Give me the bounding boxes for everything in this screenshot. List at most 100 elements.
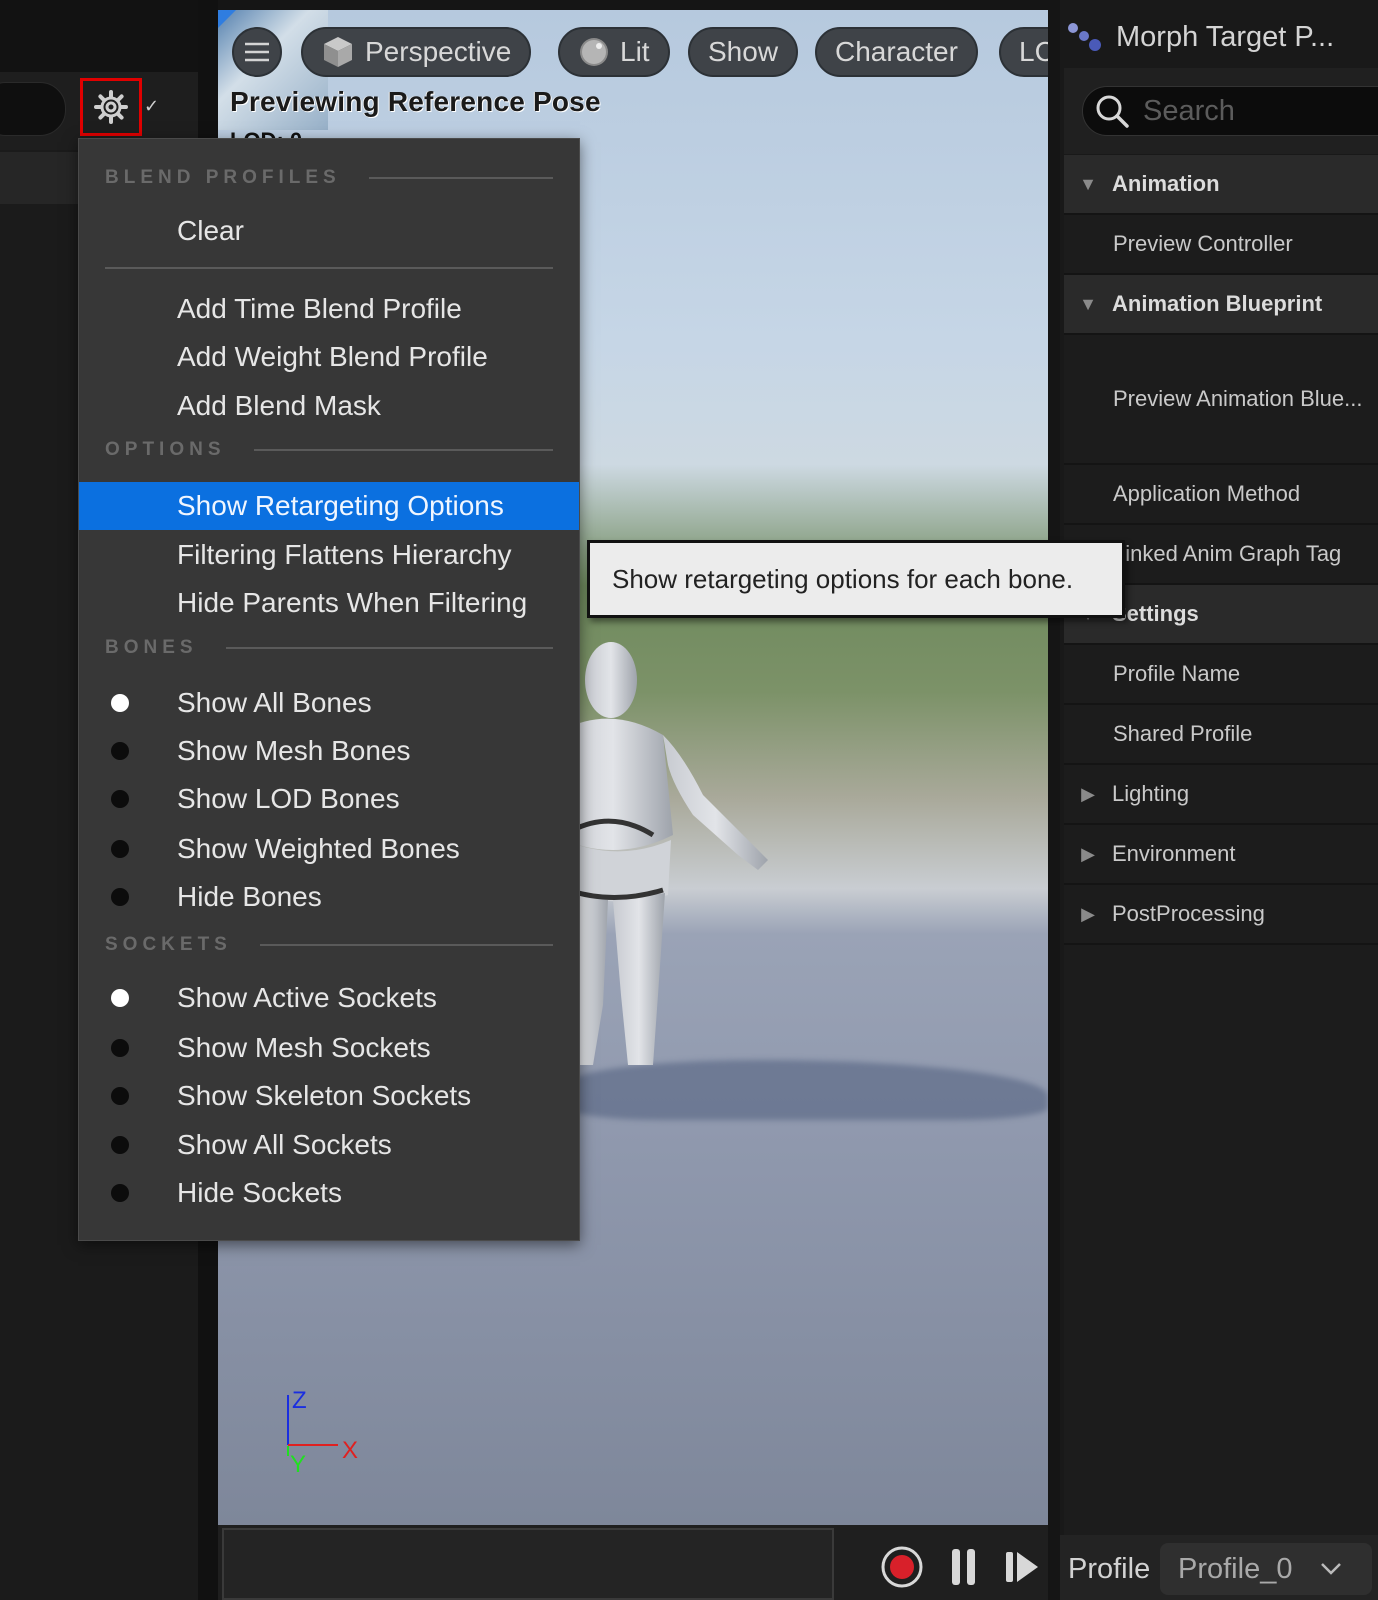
radio-unselected-icon [111, 1087, 129, 1105]
property-row[interactable]: Application Method [1064, 465, 1378, 525]
menu-item-label: Show Mesh Sockets [177, 1032, 431, 1063]
menu-item-label: Add Blend Mask [177, 390, 381, 421]
radio-unselected-icon [111, 1136, 129, 1154]
perspective-button[interactable]: Perspective [301, 27, 532, 77]
menu-item-clear[interactable]: Clear [79, 207, 579, 255]
property-row[interactable]: Shared Profile [1064, 705, 1378, 765]
character-label: Character [835, 36, 958, 67]
collapsed-arrow-icon: ▶ [1081, 903, 1095, 924]
perspective-label: Perspective [365, 36, 512, 67]
lod-button[interactable]: LC [999, 27, 1048, 77]
menu-item-label: Clear [177, 215, 244, 246]
character-button[interactable]: Character [815, 27, 978, 77]
menu-item-show-mesh-bones[interactable]: Show Mesh Bones [79, 727, 579, 775]
section-divider [368, 177, 553, 179]
mannequin-character [553, 642, 768, 1065]
panel-title-text: Morph Target P... [1116, 20, 1335, 53]
record-button[interactable] [880, 1545, 924, 1589]
radio-unselected-icon [111, 1039, 129, 1057]
previewing-reference-pose-text: Previewing Reference Pose [230, 86, 601, 117]
collapsed-arrow-icon: ▶ [1081, 783, 1095, 804]
timeline-field[interactable] [222, 1528, 834, 1600]
menu-item-label: Show Active Sockets [177, 982, 437, 1013]
property-row[interactable]: Preview Controller [1064, 215, 1378, 275]
menu-item-show-all-sockets[interactable]: Show All Sockets [79, 1121, 579, 1169]
cube-icon [324, 37, 352, 67]
collapsed-arrow-icon: ▶ [1081, 843, 1095, 864]
radio-unselected-icon [111, 840, 129, 858]
gear-icon [94, 90, 128, 124]
section-label: BLEND PROFILES [105, 167, 341, 188]
menu-item-label: Show All Bones [177, 687, 372, 718]
section-label: BONES [105, 637, 198, 658]
step-forward-icon [1006, 1552, 1038, 1582]
menu-item-show-weighted-bones[interactable]: Show Weighted Bones [79, 825, 579, 873]
menu-item-add-time-blend-profile[interactable]: Add Time Blend Profile [79, 285, 579, 333]
skeleton-tree-search-input[interactable] [0, 82, 66, 136]
radio-unselected-icon [111, 888, 129, 906]
property-row[interactable]: Preview Animation Blue... [1064, 335, 1378, 465]
expanded-arrow-icon: ▼ [1079, 173, 1097, 194]
section-header-blend-profiles: BLEND PROFILES [105, 167, 553, 189]
panel-tab-title[interactable]: Morph Target P... [1066, 12, 1334, 62]
menu-item-show-mesh-sockets[interactable]: Show Mesh Sockets [79, 1024, 579, 1072]
tooltip: Show retargeting options for each bone. [587, 540, 1125, 618]
property-label: Profile Name [1113, 661, 1241, 686]
menu-item-label: Show LOD Bones [177, 783, 400, 814]
menu-item-show-skeleton-sockets[interactable]: Show Skeleton Sockets [79, 1072, 579, 1120]
menu-item-hide-parents-when-filtering[interactable]: Hide Parents When Filtering [79, 579, 579, 627]
viewport-options-button[interactable] [232, 27, 282, 77]
section-divider [253, 449, 553, 451]
chevron-down-icon[interactable]: ✓ [144, 96, 159, 117]
category-environment[interactable]: ▶ Environment [1064, 825, 1378, 885]
category-label: Animation Blueprint [1112, 291, 1323, 316]
menu-item-hide-sockets[interactable]: Hide Sockets [79, 1169, 579, 1217]
category-label: Lighting [1112, 781, 1190, 806]
pause-icon [952, 1549, 975, 1585]
pause-button[interactable] [942, 1545, 986, 1589]
search-icon [1096, 95, 1129, 128]
menu-item-show-lod-bones[interactable]: Show LOD Bones [79, 775, 579, 823]
menu-item-label: Show Mesh Bones [177, 735, 411, 766]
show-button[interactable]: Show [688, 27, 799, 77]
menu-item-label: Hide Sockets [177, 1177, 342, 1208]
details-search-box[interactable] [1082, 86, 1378, 136]
property-label: Preview Animation Blue... [1113, 386, 1363, 411]
category-postprocessing[interactable]: ▶ PostProcessing [1064, 885, 1378, 945]
axis-y-label: Y [290, 1451, 306, 1478]
category-animation[interactable]: ▼ Animation [1064, 155, 1378, 215]
property-row[interactable]: Profile Name [1064, 645, 1378, 705]
settings-button[interactable] [80, 78, 142, 136]
section-header-options: OPTIONS [105, 439, 553, 461]
step-forward-button[interactable] [1000, 1545, 1044, 1589]
radio-selected-icon [111, 989, 129, 1007]
menu-item-add-blend-mask[interactable]: Add Blend Mask [79, 382, 579, 430]
sphere-icon [580, 38, 608, 66]
section-divider [225, 647, 553, 649]
profile-dropdown[interactable]: Profile_0 [1160, 1543, 1372, 1595]
lit-button[interactable]: Lit [558, 27, 670, 77]
menu-item-label: Filtering Flattens Hierarchy [177, 539, 512, 570]
menu-item-show-retargeting-options[interactable]: Show Retargeting Options [79, 482, 579, 530]
category-label: Environment [1112, 841, 1236, 866]
menu-item-label: Add Weight Blend Profile [177, 341, 488, 372]
radio-unselected-icon [111, 742, 129, 760]
section-header-bones: BONES [105, 637, 553, 659]
category-animation-blueprint[interactable]: ▼ Animation Blueprint [1064, 275, 1378, 335]
menu-item-show-active-sockets[interactable]: Show Active Sockets [79, 974, 579, 1022]
menu-item-label: Show Retargeting Options [177, 490, 504, 521]
record-icon [881, 1546, 923, 1588]
menu-item-label: Show Weighted Bones [177, 833, 460, 864]
menu-item-add-weight-blend-profile[interactable]: Add Weight Blend Profile [79, 333, 579, 381]
category-label: PostProcessing [1112, 901, 1265, 926]
menu-item-label: Hide Parents When Filtering [177, 587, 528, 618]
menu-item-label: Add Time Blend Profile [177, 293, 462, 324]
menu-item-filtering-flattens-hierarchy[interactable]: Filtering Flattens Hierarchy [79, 531, 579, 579]
menu-item-show-all-bones[interactable]: Show All Bones [79, 679, 579, 727]
property-label: Preview Controller [1113, 231, 1293, 256]
category-lighting[interactable]: ▶ Lighting [1064, 765, 1378, 825]
menu-item-label: Show All Sockets [177, 1129, 392, 1160]
viewport-active-corner [218, 10, 236, 28]
details-search-input[interactable] [1141, 93, 1365, 129]
menu-item-hide-bones[interactable]: Hide Bones [79, 873, 579, 921]
